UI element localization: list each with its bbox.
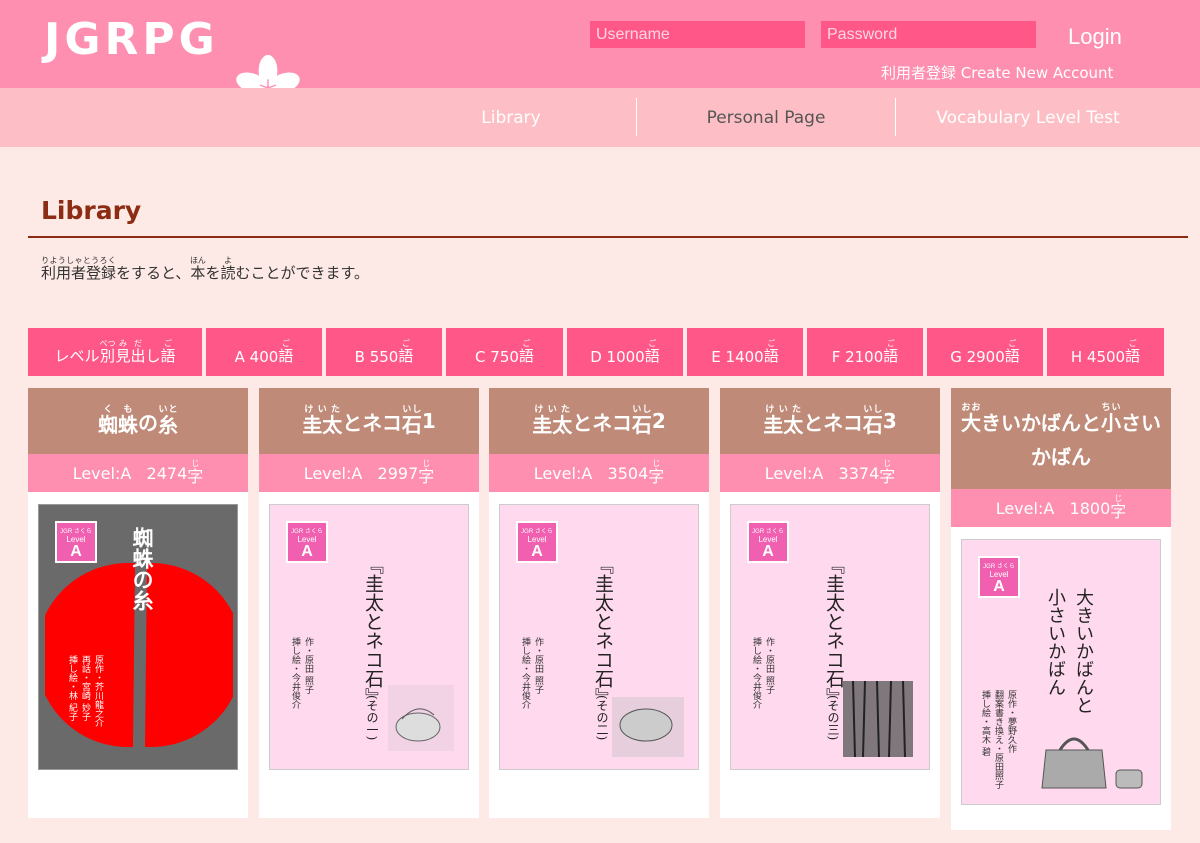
book-level: Level:A 2997 字じ [259,454,479,492]
book-cover[interactable]: JGR さくら Level A 『圭太とネコ石』 (その三) 作・原田 照子 挿し絵・… [730,504,930,770]
stone-illustration [612,697,684,757]
level-filter-a[interactable]: A 400 語ご [206,328,322,376]
book-title[interactable]: 圭太けいた とネコ 石いし 2 [489,388,709,454]
level-badge: JGR さくら Level A [747,521,789,563]
intro-text: 利用者登録りようしゃとうろくをすると、本ほんを読よむことができます。 [41,256,369,282]
cover-subtitle: (その一) [365,695,379,741]
book-level: Level:A 1800 字じ [951,489,1171,527]
cover-title: 蜘蛛の糸 [130,527,155,611]
cover-credits: 作・原田 照子 挿し絵・今井俊介 [520,637,543,709]
bag-illustration [1041,737,1143,789]
book-cover[interactable]: JGR さくら Level A 大きいかばんと 小さいかばん 原作・夢野久作 翻案書き… [961,539,1161,805]
level-filter-b[interactable]: B 550 語ご [326,328,442,376]
nav-library[interactable]: Library [386,88,636,147]
book-title[interactable]: 圭太けいた とネコ 石いし 1 [259,388,479,454]
header-bar: JGRPG Login 利用者登録 Create New Account [0,0,1200,116]
level-badge: JGR さくら Level A [516,521,558,563]
cover-credits: 原作・芥川龍之介 再話・宮崎 妙子 挿し絵・林 紀子 [67,655,103,727]
book-level: Level:A 2474 字じ [28,454,248,492]
password-input[interactable] [821,21,1036,48]
cover-credits: 原作・夢野久作 翻案書き換え・原田照子 挿し絵・高木 碧 [980,690,1016,789]
page-title: Library [41,196,142,225]
username-input[interactable] [590,21,805,48]
cover-title: 『圭太とネコ石』 [592,555,614,707]
cover-title: 大きいかばんと [1073,588,1094,714]
book-card[interactable]: 大おおきいかばんと小ちいさい かばん Level:A 1800 字じ JGR さく… [951,388,1171,830]
book-card[interactable]: 圭太けいた とネコ 石いし 3 Level:A 3374 字じ JGR さくら Level… [720,388,940,818]
level-filter-h[interactable]: H 4500 語ご [1047,328,1164,376]
book-card[interactable]: 圭太けいた とネコ 石いし 1 Level:A 2997 字じ JGR さくら Level… [259,388,479,818]
cover-title: 『圭太とネコ石』 [362,555,384,707]
level-badge: JGR さくら Level A [286,521,328,563]
login-button[interactable]: Login [1068,24,1122,50]
book-card[interactable]: 蜘蛛くもの糸いと Level:A 2474 字じ JGR さくら Level A 蜘蛛… [28,388,248,818]
create-account-link[interactable]: 利用者登録 Create New Account [881,62,1113,83]
title-divider [28,236,1188,238]
cover-credits: 作・原田 照子 挿し絵・今井俊介 [290,637,313,709]
site-logo[interactable]: JGRPG [44,14,219,65]
nav-personal-page[interactable]: Personal Page [637,88,895,147]
book-title[interactable]: 蜘蛛くもの糸いと [28,388,248,454]
book-card[interactable]: 圭太けいた とネコ 石いし 2 Level:A 3504 字じ JGR さくら Level… [489,388,709,818]
level-filter-f[interactable]: F 2100 語ご [807,328,923,376]
cover-title-line2: 小さいかばん [1045,588,1066,696]
level-badge: JGR さくら Level A [978,556,1020,598]
level-filter-d[interactable]: D 1000 語ご [567,328,683,376]
book-title[interactable]: 大おおきいかばんと小ちいさい かばん [951,388,1171,489]
book-cover[interactable]: JGR さくら Level A 『圭太とネコ石』 (その二) 作・原田 照子 挿し絵・… [499,504,699,770]
nav-vocabulary-level-test[interactable]: Vocabulary Level Test [896,88,1160,147]
level-badge: JGR さくら Level A [55,521,97,563]
book-level: Level:A 3504 字じ [489,454,709,492]
cover-credits: 作・原田 照子 挿し絵・今井俊介 [751,637,774,709]
level-filter-g[interactable]: G 2900 語ご [927,328,1043,376]
stone-illustration [388,685,454,751]
cover-subtitle: (その二) [595,695,609,741]
book-cover[interactable]: JGR さくら Level A 『圭太とネコ石』 (その一) 作・原田 照子 挿し絵・… [269,504,469,770]
level-filter-e[interactable]: E 1400 語ご [687,328,803,376]
forest-illustration [843,681,913,757]
level-filter-all[interactable]: レベル 別べつ 見み 出だし語ご [28,328,202,376]
cover-subtitle: (その三) [826,695,840,741]
main-nav: Library Personal Page Vocabulary Level T… [0,88,1200,147]
level-filter-c[interactable]: C 750 語ご [446,328,563,376]
book-cover[interactable]: JGR さくら Level A 蜘蛛の糸 原作・芥川龍之介 再話・宮崎 妙子 挿し絵・林… [38,504,238,770]
book-level: Level:A 3374 字じ [720,454,940,492]
book-title[interactable]: 圭太けいた とネコ 石いし 3 [720,388,940,454]
